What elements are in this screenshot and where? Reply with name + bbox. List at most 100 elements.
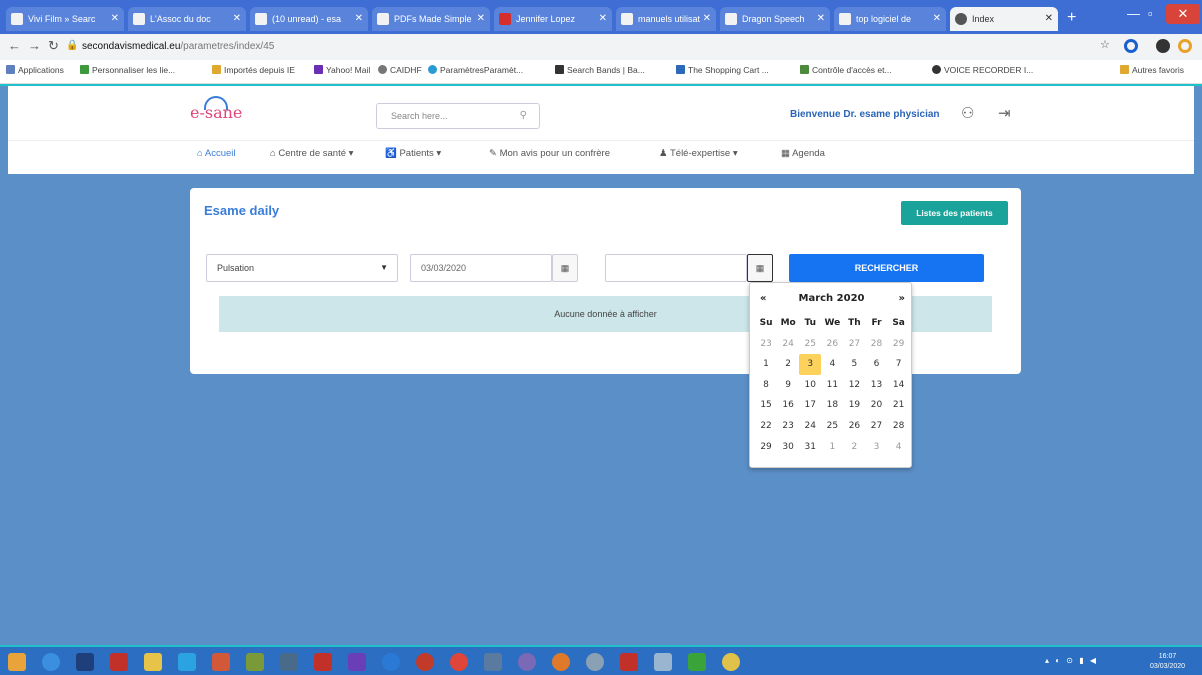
calendar-day[interactable]: 27	[865, 416, 887, 437]
app-icon[interactable]	[484, 653, 502, 671]
patients-list-button[interactable]: Listes des patients	[901, 201, 1008, 225]
calendar-day[interactable]: 28	[888, 416, 910, 437]
calendar-day[interactable]: 15	[755, 395, 777, 416]
logout-icon[interactable]: ⇥	[998, 104, 1011, 122]
browser-tab[interactable]: Jennifer Lopez ✕	[494, 7, 612, 31]
window-close-button[interactable]: ✕	[1166, 4, 1200, 24]
calendar-day[interactable]: 23	[777, 416, 799, 437]
extension-icon[interactable]	[1178, 39, 1192, 53]
new-tab-button[interactable]: +	[1067, 9, 1076, 27]
close-icon[interactable]: ✕	[599, 7, 607, 31]
calendar-day[interactable]: 13	[865, 375, 887, 396]
prev-month-button[interactable]: «	[760, 293, 766, 304]
date-to-input[interactable]	[605, 254, 747, 282]
calendar-day[interactable]: 25	[821, 416, 843, 437]
nav-item-mon-avis[interactable]: ✎ Mon avis pour un confrère	[489, 148, 610, 159]
calendar-day[interactable]: 14	[888, 375, 910, 396]
calendar-day[interactable]: 12	[843, 375, 865, 396]
bookmark-item[interactable]: Applications	[6, 65, 64, 75]
folder-icon[interactable]	[144, 653, 162, 671]
calendar-day[interactable]: 8	[755, 375, 777, 396]
user-icon[interactable]: ⚇	[961, 104, 974, 122]
close-icon[interactable]: ✕	[233, 7, 241, 31]
bookmark-folder[interactable]: Autres favoris	[1120, 65, 1184, 75]
calendar-day[interactable]: 30	[777, 437, 799, 458]
calendar-day[interactable]: 24	[799, 416, 821, 437]
calendar-day[interactable]: 29	[755, 437, 777, 458]
calendar-day[interactable]: 27	[843, 334, 865, 355]
measure-select[interactable]: Pulsation ▼	[206, 254, 398, 282]
power-icon[interactable]	[110, 653, 128, 671]
minimize-button[interactable]: —	[1127, 6, 1140, 21]
calendar-icon[interactable]: ▦	[552, 254, 578, 282]
calendar-day[interactable]: 19	[843, 395, 865, 416]
nav-item-agenda[interactable]: ▦ Agenda	[781, 148, 825, 159]
app-icon[interactable]	[654, 653, 672, 671]
calendar-day[interactable]: 26	[843, 416, 865, 437]
calendar-day[interactable]: 2	[777, 354, 799, 375]
browser-tab[interactable]: Dragon Speech ✕	[720, 7, 830, 31]
calendar-icon[interactable]: ▦	[747, 254, 773, 282]
vlc-icon[interactable]	[8, 653, 26, 671]
calendar-day[interactable]: 1	[821, 437, 843, 458]
app-icon[interactable]	[280, 653, 298, 671]
bookmark-item[interactable]: Personnaliser les lie...	[80, 65, 175, 75]
calendar-day[interactable]: 11	[821, 375, 843, 396]
system-tray[interactable]: ▴ ◐ ⊙ ▮ ◀	[1045, 656, 1098, 665]
calendar-day[interactable]: 9	[777, 375, 799, 396]
nav-item-patients[interactable]: ♿ Patients ▾	[385, 148, 441, 159]
internet-explorer-icon[interactable]	[42, 653, 60, 671]
calendar-day[interactable]: 24	[777, 334, 799, 355]
app-icon[interactable]	[246, 653, 264, 671]
bookmark-item[interactable]: VOICE RECORDER I...	[932, 65, 1033, 75]
calendar-day-selected[interactable]: 3	[799, 354, 822, 375]
close-icon[interactable]: ✕	[111, 7, 119, 31]
browser-tab[interactable]: PDFs Made Simple ✕	[372, 7, 490, 31]
chrome-icon[interactable]	[450, 653, 468, 671]
close-icon[interactable]: ✕	[477, 7, 485, 31]
bookmark-item[interactable]: Contrôle d'accès et...	[800, 65, 892, 75]
calendar-day[interactable]: 21	[888, 395, 910, 416]
bookmark-item[interactable]: Search Bands | Ba...	[555, 65, 645, 75]
teamviewer-icon[interactable]	[382, 653, 400, 671]
calendar-day[interactable]: 2	[843, 437, 865, 458]
app-icon[interactable]	[76, 653, 94, 671]
bookmark-star-icon[interactable]: ☆	[1100, 38, 1110, 51]
forward-icon[interactable]: →	[28, 38, 41, 53]
search-button[interactable]: RECHERCHER	[789, 254, 984, 282]
bookmark-item[interactable]: Importés depuis IE	[212, 65, 295, 75]
search-icon[interactable]: ⚲	[520, 110, 527, 121]
taskbar-clock[interactable]: 16:07 03/03/2020	[1150, 652, 1185, 672]
calendar-day[interactable]: 3	[865, 437, 887, 458]
nav-item-accueil[interactable]: ⌂ Accueil	[197, 148, 235, 159]
app-icon[interactable]	[688, 653, 706, 671]
calendar-day[interactable]: 5	[843, 354, 865, 375]
acrobat-icon[interactable]	[620, 653, 638, 671]
close-icon[interactable]: ✕	[1045, 7, 1053, 31]
calendar-day[interactable]: 25	[799, 334, 821, 355]
calendar-day[interactable]: 16	[777, 395, 799, 416]
close-icon[interactable]: ✕	[817, 7, 825, 31]
next-month-button[interactable]: »	[899, 293, 905, 304]
nav-item-centre-de-sante[interactable]: ⌂ Centre de santé ▾	[270, 148, 353, 159]
date-from-input[interactable]: 03/03/2020	[410, 254, 552, 282]
close-icon[interactable]: ✕	[933, 7, 941, 31]
calendar-day[interactable]: 4	[888, 437, 910, 458]
skype-icon[interactable]	[178, 653, 196, 671]
app-icon[interactable]	[722, 653, 740, 671]
url-field[interactable]: secondavismedical.eu/parametres/index/45	[82, 39, 1082, 55]
calendar-day[interactable]: 20	[865, 395, 887, 416]
calendar-day[interactable]: 6	[865, 354, 887, 375]
datepicker-month-title[interactable]: March 2020	[750, 293, 913, 304]
calendar-day[interactable]: 10	[799, 375, 821, 396]
bookmark-item[interactable]: The Shopping Cart ...	[676, 65, 769, 75]
browser-tab[interactable]: top logiciel de ✕	[834, 7, 946, 31]
app-icon[interactable]	[586, 653, 604, 671]
app-icon[interactable]	[212, 653, 230, 671]
extension-icon[interactable]	[1124, 39, 1138, 53]
close-icon[interactable]: ✕	[703, 7, 711, 31]
calendar-day[interactable]: 1	[755, 354, 777, 375]
firefox-icon[interactable]	[552, 653, 570, 671]
calendar-day[interactable]: 7	[888, 354, 910, 375]
bookmark-item[interactable]: CAIDHF	[378, 65, 422, 75]
